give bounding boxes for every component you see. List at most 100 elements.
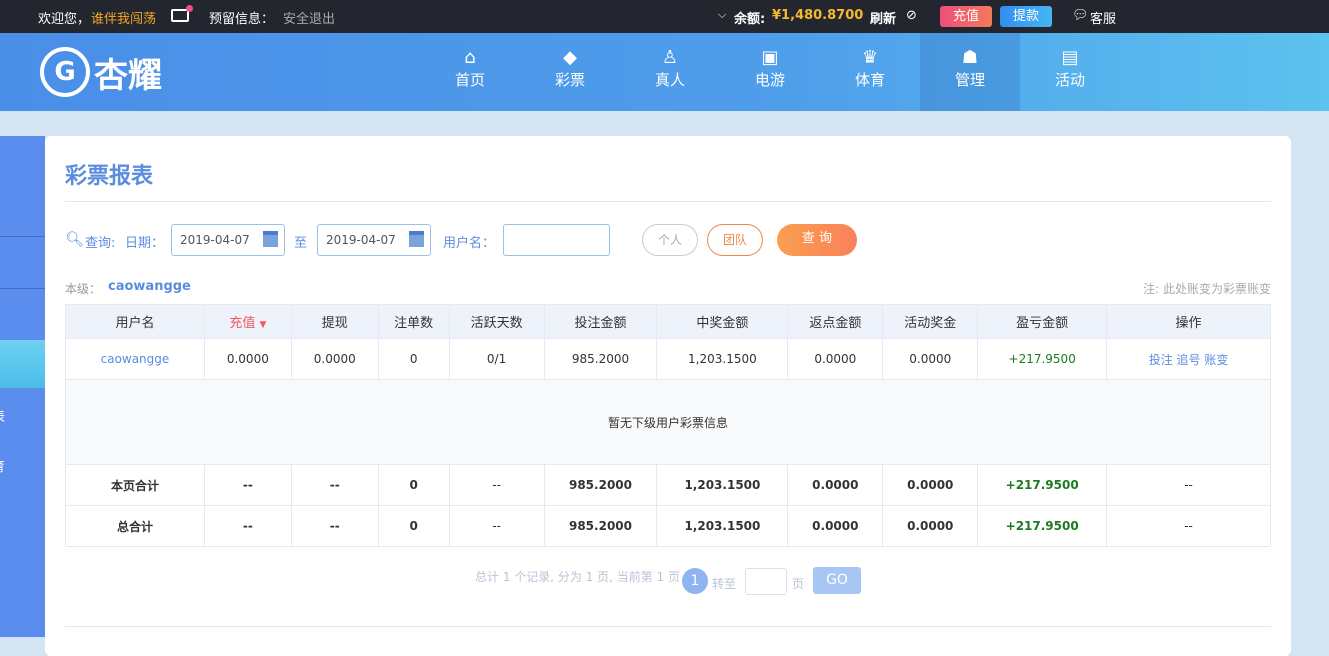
chevron-down-icon[interactable]: ⌵ bbox=[718, 8, 726, 22]
lottery-icon: ◆ bbox=[563, 47, 577, 68]
username-input[interactable] bbox=[503, 224, 610, 256]
col-orders: 注单数 bbox=[377, 304, 450, 339]
pagination-summary: 总计 1 个记录, 分为 1 页, 当前第 1 页 bbox=[475, 570, 681, 584]
cell: +217.9500 bbox=[977, 464, 1108, 506]
nav-label: 体育 bbox=[854, 71, 885, 89]
col-bonus: 活动奖金 bbox=[882, 304, 979, 339]
query-button[interactable]: 查 询 bbox=[777, 224, 857, 256]
col-rebate: 返点金额 bbox=[787, 304, 884, 339]
cell: -- bbox=[1106, 464, 1271, 506]
cell: -- bbox=[1106, 505, 1271, 547]
row-username-link[interactable]: caowangge bbox=[65, 338, 205, 380]
personal-button[interactable]: 个人 bbox=[642, 224, 698, 256]
divider bbox=[0, 288, 45, 289]
nav-lottery[interactable]: ◆ 彩票 bbox=[520, 33, 620, 111]
nav-manage[interactable]: ☗ 管理 bbox=[920, 33, 1020, 111]
mail-icon[interactable] bbox=[171, 5, 193, 22]
team-button[interactable]: 团队 bbox=[707, 224, 763, 256]
note-text: 注: 此处账变为彩票账变 bbox=[1143, 282, 1271, 296]
recharge-button[interactable]: 充值 bbox=[940, 6, 992, 27]
sidebar-item-active[interactable] bbox=[0, 340, 45, 388]
withdraw-button[interactable]: 提款 bbox=[1000, 6, 1052, 27]
sort-down-icon[interactable]: ▼ bbox=[259, 320, 266, 330]
dealer-icon: ♙ bbox=[661, 47, 679, 68]
date-to-input[interactable]: 2019-04-07 bbox=[317, 224, 431, 256]
col-bet: 投注金额 bbox=[543, 304, 658, 339]
date-from-value: 2019-04-07 bbox=[180, 233, 250, 247]
report-card: 彩票报表 🔍︎ 查询: 日期： 2019-04-07 至 2019-04-07 … bbox=[45, 136, 1291, 656]
gift-icon: ▤ bbox=[1061, 47, 1079, 68]
nav-slots[interactable]: ▣ 电游 bbox=[720, 33, 820, 111]
reserved-info-label: 预留信息： bbox=[209, 12, 275, 27]
cell: 0 bbox=[377, 338, 450, 380]
nav-home[interactable]: ⌂ 首页 bbox=[420, 33, 520, 111]
sidebar-item-report[interactable]: 表 bbox=[0, 406, 5, 425]
table-header: 用户名 充值 ▼ 提现 注单数 活跃天数 投注金额 中奖金额 返点金额 活动奖金… bbox=[65, 304, 1271, 339]
logout-link[interactable]: 安全退出 bbox=[283, 8, 335, 27]
welcome-label: 欢迎您， bbox=[38, 12, 91, 27]
balance-label: 余额: bbox=[734, 12, 766, 27]
col-recharge-sort[interactable]: 充值 ▼ bbox=[203, 304, 292, 339]
nav-label: 真人 bbox=[654, 71, 685, 89]
search-icon: 🔍︎ bbox=[65, 230, 85, 248]
cell: 总合计 bbox=[65, 505, 205, 547]
nav-live[interactable]: ♙ 真人 bbox=[620, 33, 720, 111]
customer-service-link[interactable]: 客服 bbox=[1090, 8, 1116, 27]
nav-sports[interactable]: ♛ 体育 bbox=[820, 33, 920, 111]
username-label: 用户名： bbox=[443, 236, 496, 251]
date-label: 日期： bbox=[125, 236, 165, 251]
cell: +217.9500 bbox=[977, 505, 1108, 547]
top-bar: 欢迎您， 谁伴我闯荡 预留信息： 安全退出 ⌵ 余额: ¥1,480.8700 … bbox=[0, 0, 1329, 33]
main-nav: ⌂ 首页 ◆ 彩票 ♙ 真人 ▣ 电游 ♛ 体育 ☗ 管理 ▤ 活动 bbox=[420, 33, 1120, 111]
cell: 1,203.1500 bbox=[656, 505, 789, 547]
cell: -- bbox=[290, 464, 379, 506]
cell: 0.0000 bbox=[787, 505, 884, 547]
table-row: caowangge 0.0000 0.0000 0 0/1 985.2000 1… bbox=[65, 338, 1271, 380]
chat-icon[interactable]: 💬︎ bbox=[1072, 8, 1089, 23]
nav-label: 首页 bbox=[454, 71, 485, 89]
refresh-button[interactable]: 刷新 bbox=[870, 8, 896, 27]
cell: 0 bbox=[377, 505, 450, 547]
sidebar: 表 育 bbox=[0, 136, 45, 637]
logo-text: 杏耀 bbox=[94, 55, 162, 96]
subtotal-row: 本页合计 -- -- 0 -- 985.2000 1,203.1500 0.0000 0.000… bbox=[65, 464, 1271, 506]
cell: 0.0000 bbox=[787, 464, 884, 506]
calendar-icon[interactable] bbox=[263, 231, 278, 247]
cell: 本页合计 bbox=[65, 464, 205, 506]
go-button[interactable]: GO bbox=[813, 567, 861, 594]
page-number-input[interactable] bbox=[745, 568, 787, 595]
cell: -- bbox=[290, 505, 379, 547]
cell: 0 bbox=[377, 464, 450, 506]
date-from-input[interactable]: 2019-04-07 bbox=[171, 224, 285, 256]
nav-promotions[interactable]: ▤ 活动 bbox=[1020, 33, 1120, 111]
transactions-link[interactable]: 账变 bbox=[1204, 353, 1228, 367]
username-link[interactable]: 谁伴我闯荡 bbox=[91, 8, 156, 27]
col-actions: 操作 bbox=[1106, 304, 1271, 339]
nav-label: 活动 bbox=[1054, 71, 1085, 89]
empty-row: 暂无下级用户彩票信息 bbox=[65, 379, 1271, 465]
calendar-icon[interactable] bbox=[409, 231, 424, 247]
cell: 985.2000 bbox=[543, 338, 658, 380]
page-unit-label: 页 bbox=[792, 577, 805, 591]
logo[interactable]: G 杏耀 bbox=[40, 41, 190, 103]
level-user: caowangge bbox=[108, 279, 191, 294]
empty-message: 暂无下级用户彩票信息 bbox=[65, 379, 1271, 465]
cell: -- bbox=[203, 464, 292, 506]
cell: -- bbox=[448, 505, 545, 547]
cell: 1,203.1500 bbox=[656, 464, 789, 506]
home-icon: ⌂ bbox=[464, 47, 476, 68]
sidebar-item-sports[interactable]: 育 bbox=[0, 456, 5, 475]
col-recharge: 充值 bbox=[229, 316, 256, 331]
cell: 0.0000 bbox=[290, 338, 379, 380]
page-1-button[interactable]: 1 bbox=[682, 568, 708, 594]
nav-label: 管理 bbox=[954, 71, 985, 89]
header: G 杏耀 ⌂ 首页 ◆ 彩票 ♙ 真人 ▣ 电游 ♛ 体育 ☗ 管理 ▤ 活动 bbox=[0, 33, 1329, 111]
bet-link[interactable]: 投注 bbox=[1149, 353, 1173, 367]
cell: 1,203.1500 bbox=[656, 338, 789, 380]
cell: -- bbox=[203, 505, 292, 547]
chase-link[interactable]: 追号 bbox=[1177, 353, 1201, 367]
cell: 0/1 bbox=[448, 338, 545, 380]
col-username: 用户名 bbox=[65, 304, 205, 339]
trophy-icon: ♛ bbox=[861, 47, 879, 68]
eye-hide-icon[interactable]: ⊘ bbox=[906, 8, 917, 23]
